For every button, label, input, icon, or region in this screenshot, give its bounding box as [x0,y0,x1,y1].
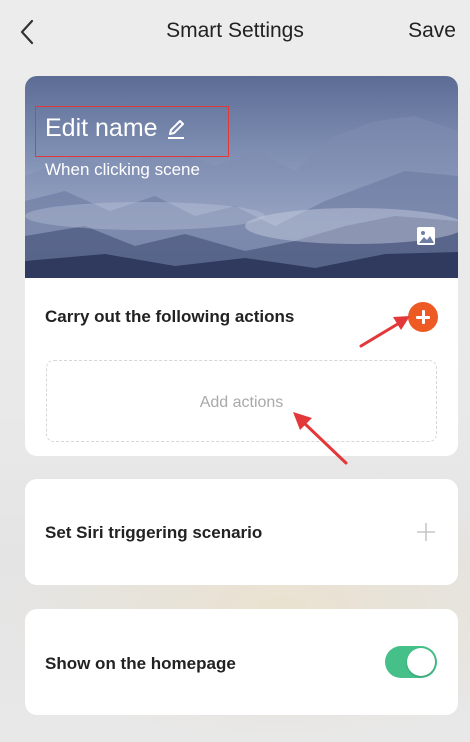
pencil-icon [167,119,184,139]
page-title: Smart Settings [166,19,304,42]
scene-name-edit[interactable]: Edit name [45,114,186,143]
add-actions-label: Add actions [199,394,284,411]
toggle-knob [407,648,435,676]
plus-icon [417,523,435,541]
nav-header: Smart Settings Save [0,0,470,64]
show-homepage-row: Show on the homepage [25,609,458,715]
scene-card: Edit name When clicking scene Carry out … [25,76,458,456]
annotation-arrow-add-actions [293,412,348,465]
save-button[interactable]: Save [408,19,456,43]
homepage-toggle[interactable] [385,646,437,678]
image-icon[interactable] [416,226,436,246]
add-actions-button[interactable]: Add actions [46,360,437,442]
actions-title: Carry out the following actions [45,307,295,326]
homepage-label: Show on the homepage [45,654,236,673]
annotation-arrow-add-icon [359,316,410,348]
scene-subtitle: When clicking scene [45,160,200,179]
siri-scenario-row[interactable]: Set Siri triggering scenario [25,479,458,585]
scene-name: Edit name [45,114,158,142]
siri-label: Set Siri triggering scenario [45,523,263,542]
